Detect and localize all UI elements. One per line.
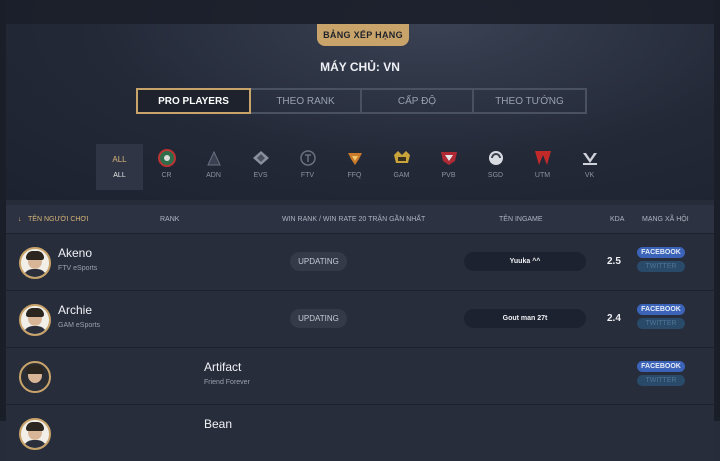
kda-value: 2.4 <box>607 313 621 324</box>
team-ffq-label: FFQ <box>347 172 362 179</box>
avatar <box>19 418 51 450</box>
player-name[interactable]: Bean <box>204 417 232 431</box>
team-vk-label: VK <box>584 172 595 179</box>
utm-logo-icon <box>533 149 553 167</box>
pvb-logo-icon <box>439 149 459 167</box>
vk-logo-icon <box>580 149 600 167</box>
ftv-logo-icon <box>298 149 318 167</box>
team-filter: ALL ALL CR ADN EVS FTV FFQ GAM PVB SGD U… <box>96 144 613 190</box>
header-rank: RANK <box>160 215 180 223</box>
twitter-button[interactable]: TWITTER <box>637 261 685 272</box>
top-strip <box>0 0 720 24</box>
status-badge: UPDATING <box>290 252 347 271</box>
player-name[interactable]: Artifact <box>204 360 241 374</box>
cr-logo-icon <box>157 149 177 167</box>
tab-theo-tuong[interactable]: THEO TƯỚNG <box>472 88 587 114</box>
team-utm-label: UTM <box>534 172 551 179</box>
player-team: FTV eSports <box>58 265 98 272</box>
team-ftv-label: FTV <box>300 172 315 179</box>
server-label: MÁY CHỦ: VN <box>320 60 400 74</box>
ingame-name: Gout man 27t <box>464 309 586 328</box>
player-team: GAM eSports <box>58 322 101 329</box>
team-ftv[interactable]: FTV <box>284 144 331 190</box>
team-adn[interactable]: ADN <box>190 144 237 190</box>
table-row[interactable]: Akeno FTV eSports UPDATING Yuuka ^^ 2.5 … <box>6 233 714 290</box>
team-gam[interactable]: GAM <box>378 144 425 190</box>
team-cr[interactable]: CR <box>143 144 190 190</box>
table-row[interactable]: Bean <box>6 404 714 461</box>
sort-arrow-icon[interactable]: ↓ <box>18 216 22 223</box>
player-name[interactable]: Archie <box>58 303 92 317</box>
table-row[interactable]: Artifact Friend Forever FACEBOOK TWITTER <box>6 347 714 404</box>
ranking-badge: BẢNG XẾP HẠNG <box>317 24 409 46</box>
facebook-button[interactable]: FACEBOOK <box>637 361 685 372</box>
team-ffq[interactable]: FFQ <box>331 144 378 190</box>
header-social: MẠNG XÃ HỘI <box>642 215 689 223</box>
team-sgd[interactable]: SGD <box>472 144 519 190</box>
facebook-button[interactable]: FACEBOOK <box>637 247 685 258</box>
team-sgd-label: SGD <box>487 172 504 179</box>
team-pvb[interactable]: PVB <box>425 144 472 190</box>
header-kda: KDA <box>610 215 625 223</box>
team-pvb-label: PVB <box>441 172 456 179</box>
ffq-logo-icon <box>345 149 365 167</box>
team-all-sublabel: ALL <box>113 172 126 179</box>
header-ingame: TÊN INGAME <box>499 215 543 223</box>
table-header: ↓ TÊN NGƯỜI CHƠI RANK WIN RANK / WIN RAT… <box>6 205 714 233</box>
twitter-button[interactable]: TWITTER <box>637 375 685 386</box>
tab-pro-players[interactable]: PRO PLAYERS <box>136 88 251 114</box>
team-utm[interactable]: UTM <box>519 144 566 190</box>
team-evs[interactable]: EVS <box>237 144 284 190</box>
status-badge: UPDATING <box>290 309 347 328</box>
team-vk[interactable]: VK <box>566 144 613 190</box>
avatar <box>19 247 51 279</box>
adn-logo-icon <box>204 149 224 167</box>
gam-logo-icon <box>392 149 412 167</box>
team-all[interactable]: ALL ALL <box>96 144 143 190</box>
tab-cap-do[interactable]: CẤP ĐỘ <box>360 88 474 114</box>
team-evs-label: EVS <box>253 172 268 179</box>
evs-logo-icon <box>251 149 271 167</box>
kda-value: 2.5 <box>607 256 621 267</box>
twitter-button[interactable]: TWITTER <box>637 318 685 329</box>
player-name[interactable]: Akeno <box>58 246 92 260</box>
player-team: Friend Forever <box>204 379 250 386</box>
avatar <box>19 361 51 393</box>
rankings-table: ↓ TÊN NGƯỜI CHƠI RANK WIN RANK / WIN RAT… <box>6 205 714 461</box>
sgd-logo-icon <box>486 149 506 167</box>
team-all-label: ALL <box>112 155 127 164</box>
filter-tabs: PRO PLAYERS THEO RANK CẤP ĐỘ THEO TƯỚNG <box>136 88 587 114</box>
tab-theo-rank[interactable]: THEO RANK <box>249 88 362 114</box>
team-adn-label: ADN <box>206 172 221 179</box>
team-cr-label: CR <box>161 172 172 179</box>
header-winrate: WIN RANK / WIN RATE 20 TRẬN GẦN NHẤT <box>282 215 426 223</box>
team-gam-label: GAM <box>393 172 410 179</box>
table-row[interactable]: Archie GAM eSports UPDATING Gout man 27t… <box>6 290 714 347</box>
header-player-name[interactable]: TÊN NGƯỜI CHƠI <box>28 216 88 223</box>
facebook-button[interactable]: FACEBOOK <box>637 304 685 315</box>
ingame-name: Yuuka ^^ <box>464 252 586 271</box>
avatar <box>19 304 51 336</box>
